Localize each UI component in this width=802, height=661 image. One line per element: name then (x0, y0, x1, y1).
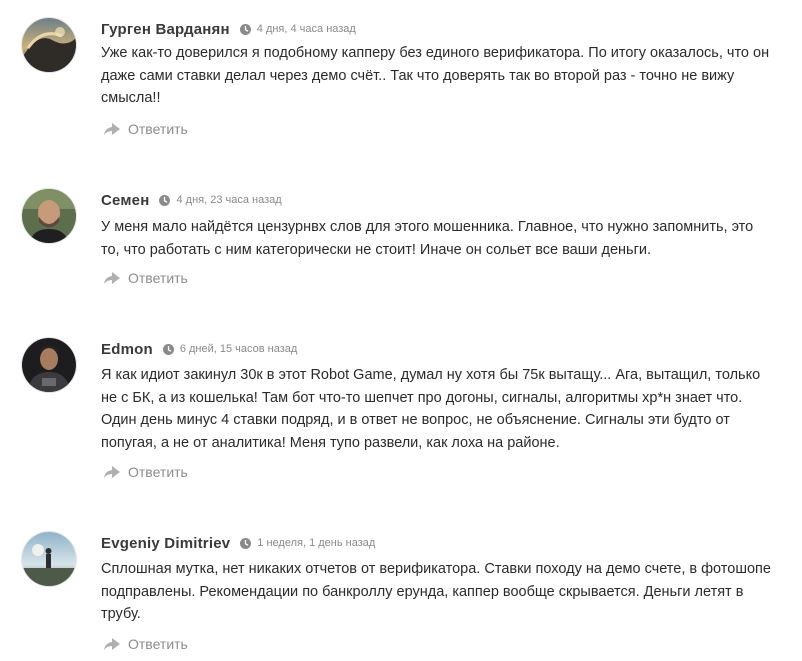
reply-button[interactable]: Ответить (103, 268, 188, 288)
comment-meta: Edmon 6 дней, 15 часов назад (101, 338, 297, 360)
comment-author[interactable]: Семен (101, 192, 149, 209)
avatar[interactable] (22, 18, 76, 72)
avatar-image (22, 189, 76, 243)
avatar-image (22, 338, 76, 392)
clock-icon (159, 194, 171, 206)
reply-label: Ответить (128, 270, 188, 286)
comment-author[interactable]: Edmon (101, 341, 153, 358)
clock-icon (162, 343, 174, 355)
comment-text: У меня мало найдётся цензурнвх слов для … (101, 219, 754, 258)
comment-author[interactable]: Гурген Варданян (101, 21, 230, 38)
comment-time[interactable]: 1 неделя, 1 день назад (257, 537, 375, 549)
reply-arrow-icon (103, 122, 121, 136)
reply-label: Ответить (128, 636, 188, 652)
clock-icon (240, 537, 252, 549)
reply-label: Ответить (128, 121, 188, 137)
reply-arrow-icon (103, 271, 121, 285)
comment-meta: Гурген Варданян 4 дня, 4 часа назад (101, 18, 356, 40)
avatar[interactable] (22, 532, 76, 586)
reply-button[interactable]: Ответить (103, 462, 188, 482)
comment-text: Сплошная мутка, нет никаких отчетов от в… (101, 561, 771, 622)
comment-text: Я как идиот закинул 30к в этот Robot Gam… (101, 367, 761, 451)
comment-time[interactable]: 4 дня, 4 часа назад (257, 23, 356, 35)
comment-author[interactable]: Evgeniy Dimitriev (101, 535, 230, 552)
reply-arrow-icon (103, 637, 121, 651)
avatar-image (22, 532, 76, 586)
comment-meta: Evgeniy Dimitriev 1 неделя, 1 день назад (101, 532, 375, 554)
reply-button[interactable]: Ответить (103, 634, 188, 654)
avatar-image (22, 18, 76, 72)
avatar[interactable] (22, 338, 76, 392)
clock-icon (239, 23, 251, 35)
comment-meta: Семен 4 дня, 23 часа назад (101, 189, 282, 211)
reply-arrow-icon (103, 465, 121, 479)
reply-label: Ответить (128, 464, 188, 480)
comment-text: Уже как-то доверился я подобному капперу… (101, 45, 770, 106)
comment-time[interactable]: 4 дня, 23 часа назад (176, 194, 281, 206)
comment-time[interactable]: 6 дней, 15 часов назад (180, 343, 297, 355)
avatar[interactable] (22, 189, 76, 243)
reply-button[interactable]: Ответить (103, 119, 188, 139)
